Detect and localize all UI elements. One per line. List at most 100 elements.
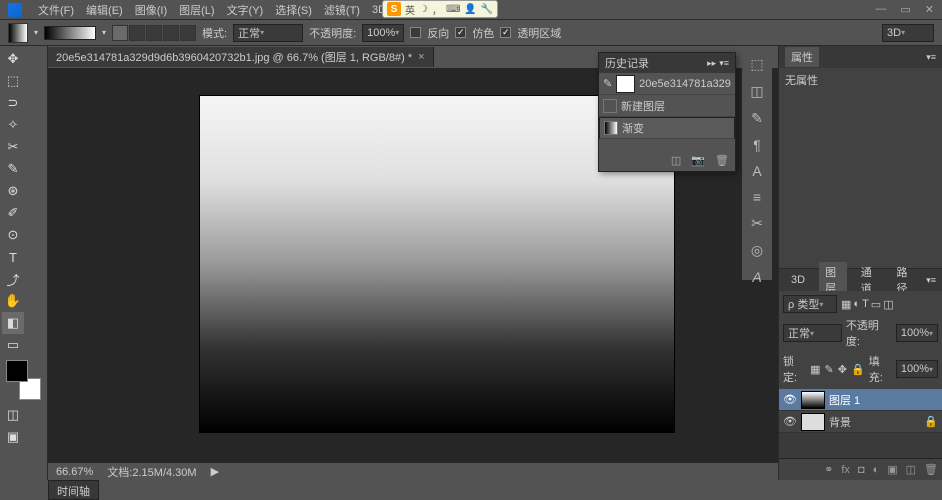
ime-lang[interactable]: 英 [405,2,415,17]
layer-fx-icon[interactable]: fx [841,464,850,476]
ime-user-icon[interactable]: 👤 [464,4,476,15]
gradient-angle-icon[interactable] [146,25,162,41]
gradient-radial-icon[interactable] [129,25,145,41]
panel-icon-tools[interactable]: ✂ [748,215,766,232]
panel-icon-cc[interactable]: ◎ [748,242,766,259]
gradient-reflected-icon[interactable] [163,25,179,41]
timeline-tab[interactable]: 时间轴 [48,480,99,500]
panel-icon-para[interactable]: ¶ [748,137,766,153]
history-collapse-icon[interactable]: ▸▸ [707,58,716,68]
history-snapshot[interactable]: ✎ 20e5e314781a329d9d... [599,73,735,95]
gradient-linear-icon[interactable] [112,25,128,41]
history-snapshot-icon[interactable]: 📷 [691,154,705,167]
tab-3d[interactable]: 3D [785,272,811,288]
history-panel[interactable]: 历史记录 ▸▸ ▾≡ ✎ 20e5e314781a329d9d... 新建图层 … [598,52,736,172]
move-tool-icon[interactable]: ✥ [2,48,24,70]
layer-thumb-icon[interactable] [801,391,825,409]
crop-tool-icon[interactable]: ✂ [2,136,24,158]
color-swatches[interactable] [6,360,41,400]
layer-mask-icon[interactable]: ◘ [858,464,865,476]
filter-pixel-icon[interactable]: ▦ [841,298,851,311]
link-layers-icon[interactable]: ⚭ [824,463,833,476]
panel-icon-char[interactable]: A [748,163,766,179]
adjustment-layer-icon[interactable]: ◐ [873,464,880,476]
window-close-icon[interactable]: ✕ [925,3,934,16]
menu-select[interactable]: 选择(S) [269,2,318,18]
ime-wrench-icon[interactable]: 🔧 [481,4,493,15]
fg-color-swatch[interactable] [6,360,28,382]
lock-pos-icon[interactable]: ✥ [838,363,847,376]
layer-name[interactable]: 背景 [829,414,851,430]
panel-icon-brush[interactable]: ✎ [748,110,766,127]
blend-mode-select[interactable]: 正常 [783,324,842,342]
menu-edit[interactable]: 编辑(E) [80,2,129,18]
gradient-diamond-icon[interactable] [180,25,196,41]
status-arrow-icon[interactable]: ▶ [211,465,219,478]
tab-close-icon[interactable]: × [418,51,424,63]
doc-size[interactable]: 文档:2.15M/4.30M [107,464,196,480]
new-layer-icon[interactable]: ◫ [906,463,916,476]
lock-all-icon[interactable]: 🔒 [851,363,865,376]
hand-tool-icon[interactable]: ✋ [2,290,24,312]
lock-trans-icon[interactable]: ▦ [810,363,820,376]
panel-icon-align[interactable]: ≡ [748,189,766,205]
quickmask-icon[interactable]: ◫ [2,404,24,426]
stamp-tool-icon[interactable]: ⊙ [2,224,24,246]
menu-text[interactable]: 文字(Y) [221,2,270,18]
history-delete-icon[interactable]: 🗑 [715,154,729,167]
fill-input[interactable]: 100% [896,360,938,378]
menu-layer[interactable]: 图层(L) [173,2,220,18]
tool-dropdown-icon[interactable]: ▾ [34,28,38,37]
layer-visibility-icon[interactable]: 👁 [783,415,797,428]
history-doc-icon[interactable]: ◫ [671,154,681,167]
delete-layer-icon[interactable]: 🗑 [924,463,938,476]
path-tool-icon[interactable]: ⤴ [2,268,24,290]
history-item[interactable]: 渐变 [599,117,735,139]
ime-keyboard-icon[interactable]: ⌨ [446,4,460,15]
type-tool-icon[interactable]: T [2,246,24,268]
workspace-select[interactable]: 3D [882,24,934,42]
layer-group-icon[interactable]: ▣ [887,463,897,476]
dither-checkbox[interactable] [455,27,466,38]
lasso-tool-icon[interactable]: ⊃ [2,92,24,114]
menu-image[interactable]: 图像(I) [129,2,173,18]
eyedropper-tool-icon[interactable]: ✎ [2,158,24,180]
filter-smart-icon[interactable]: ◫ [883,298,893,311]
panel-icon-2[interactable]: ◫ [748,83,766,100]
ime-moon-icon[interactable]: ☽ [419,4,428,15]
document-tab[interactable]: 20e5e314781a329d9d6b3960420732b1.jpg @ 6… [48,47,434,67]
layer-row[interactable]: 👁 背景 🔒 [779,411,942,433]
zoom-level[interactable]: 66.67% [56,466,93,478]
layer-thumb-icon[interactable] [801,413,825,431]
opacity-select[interactable]: 100% [362,24,404,42]
layer-kind-filter[interactable]: ρ 类型 [783,295,837,313]
menu-file[interactable]: 文件(F) [32,2,80,18]
layers-menu-icon[interactable]: ▾≡ [926,275,936,286]
panel-icon-glyph[interactable]: A [748,269,766,285]
menu-filter[interactable]: 滤镜(T) [318,2,366,18]
history-item[interactable]: 新建图层 [599,95,735,117]
window-minimize-icon[interactable]: — [875,3,886,16]
wand-tool-icon[interactable]: ✧ [2,114,24,136]
gradient-swatch[interactable] [44,26,96,40]
history-menu-icon[interactable]: ▾≡ [719,58,729,68]
filter-adjust-icon[interactable]: ◐ [853,298,860,311]
current-tool-icon[interactable] [8,23,28,43]
marquee-tool-icon[interactable]: ⬚ [2,70,24,92]
brush-tool-icon[interactable]: ✐ [2,202,24,224]
screenmode-icon[interactable]: ▣ [2,426,24,448]
panel-icon-1[interactable]: ⬚ [748,56,766,73]
layer-row[interactable]: 👁 图层 1 [779,389,942,411]
layer-opacity-input[interactable]: 100% [896,324,938,342]
window-restore-icon[interactable]: ▭ [900,3,910,16]
gradient-dropdown-icon[interactable]: ▾ [102,28,106,37]
mode-select[interactable]: 正常 [233,24,303,42]
lock-paint-icon[interactable]: ✎ [825,363,834,376]
panel-menu-icon[interactable]: ▾≡ [926,52,936,63]
heal-tool-icon[interactable]: ⊛ [2,180,24,202]
reverse-checkbox[interactable] [410,27,421,38]
gradient-tool-icon[interactable]: ◧ [2,312,24,334]
filter-type-icon[interactable]: T [862,298,869,311]
filter-shape-icon[interactable]: ▭ [871,298,881,311]
shape-tool-icon[interactable]: ▭ [2,334,24,356]
